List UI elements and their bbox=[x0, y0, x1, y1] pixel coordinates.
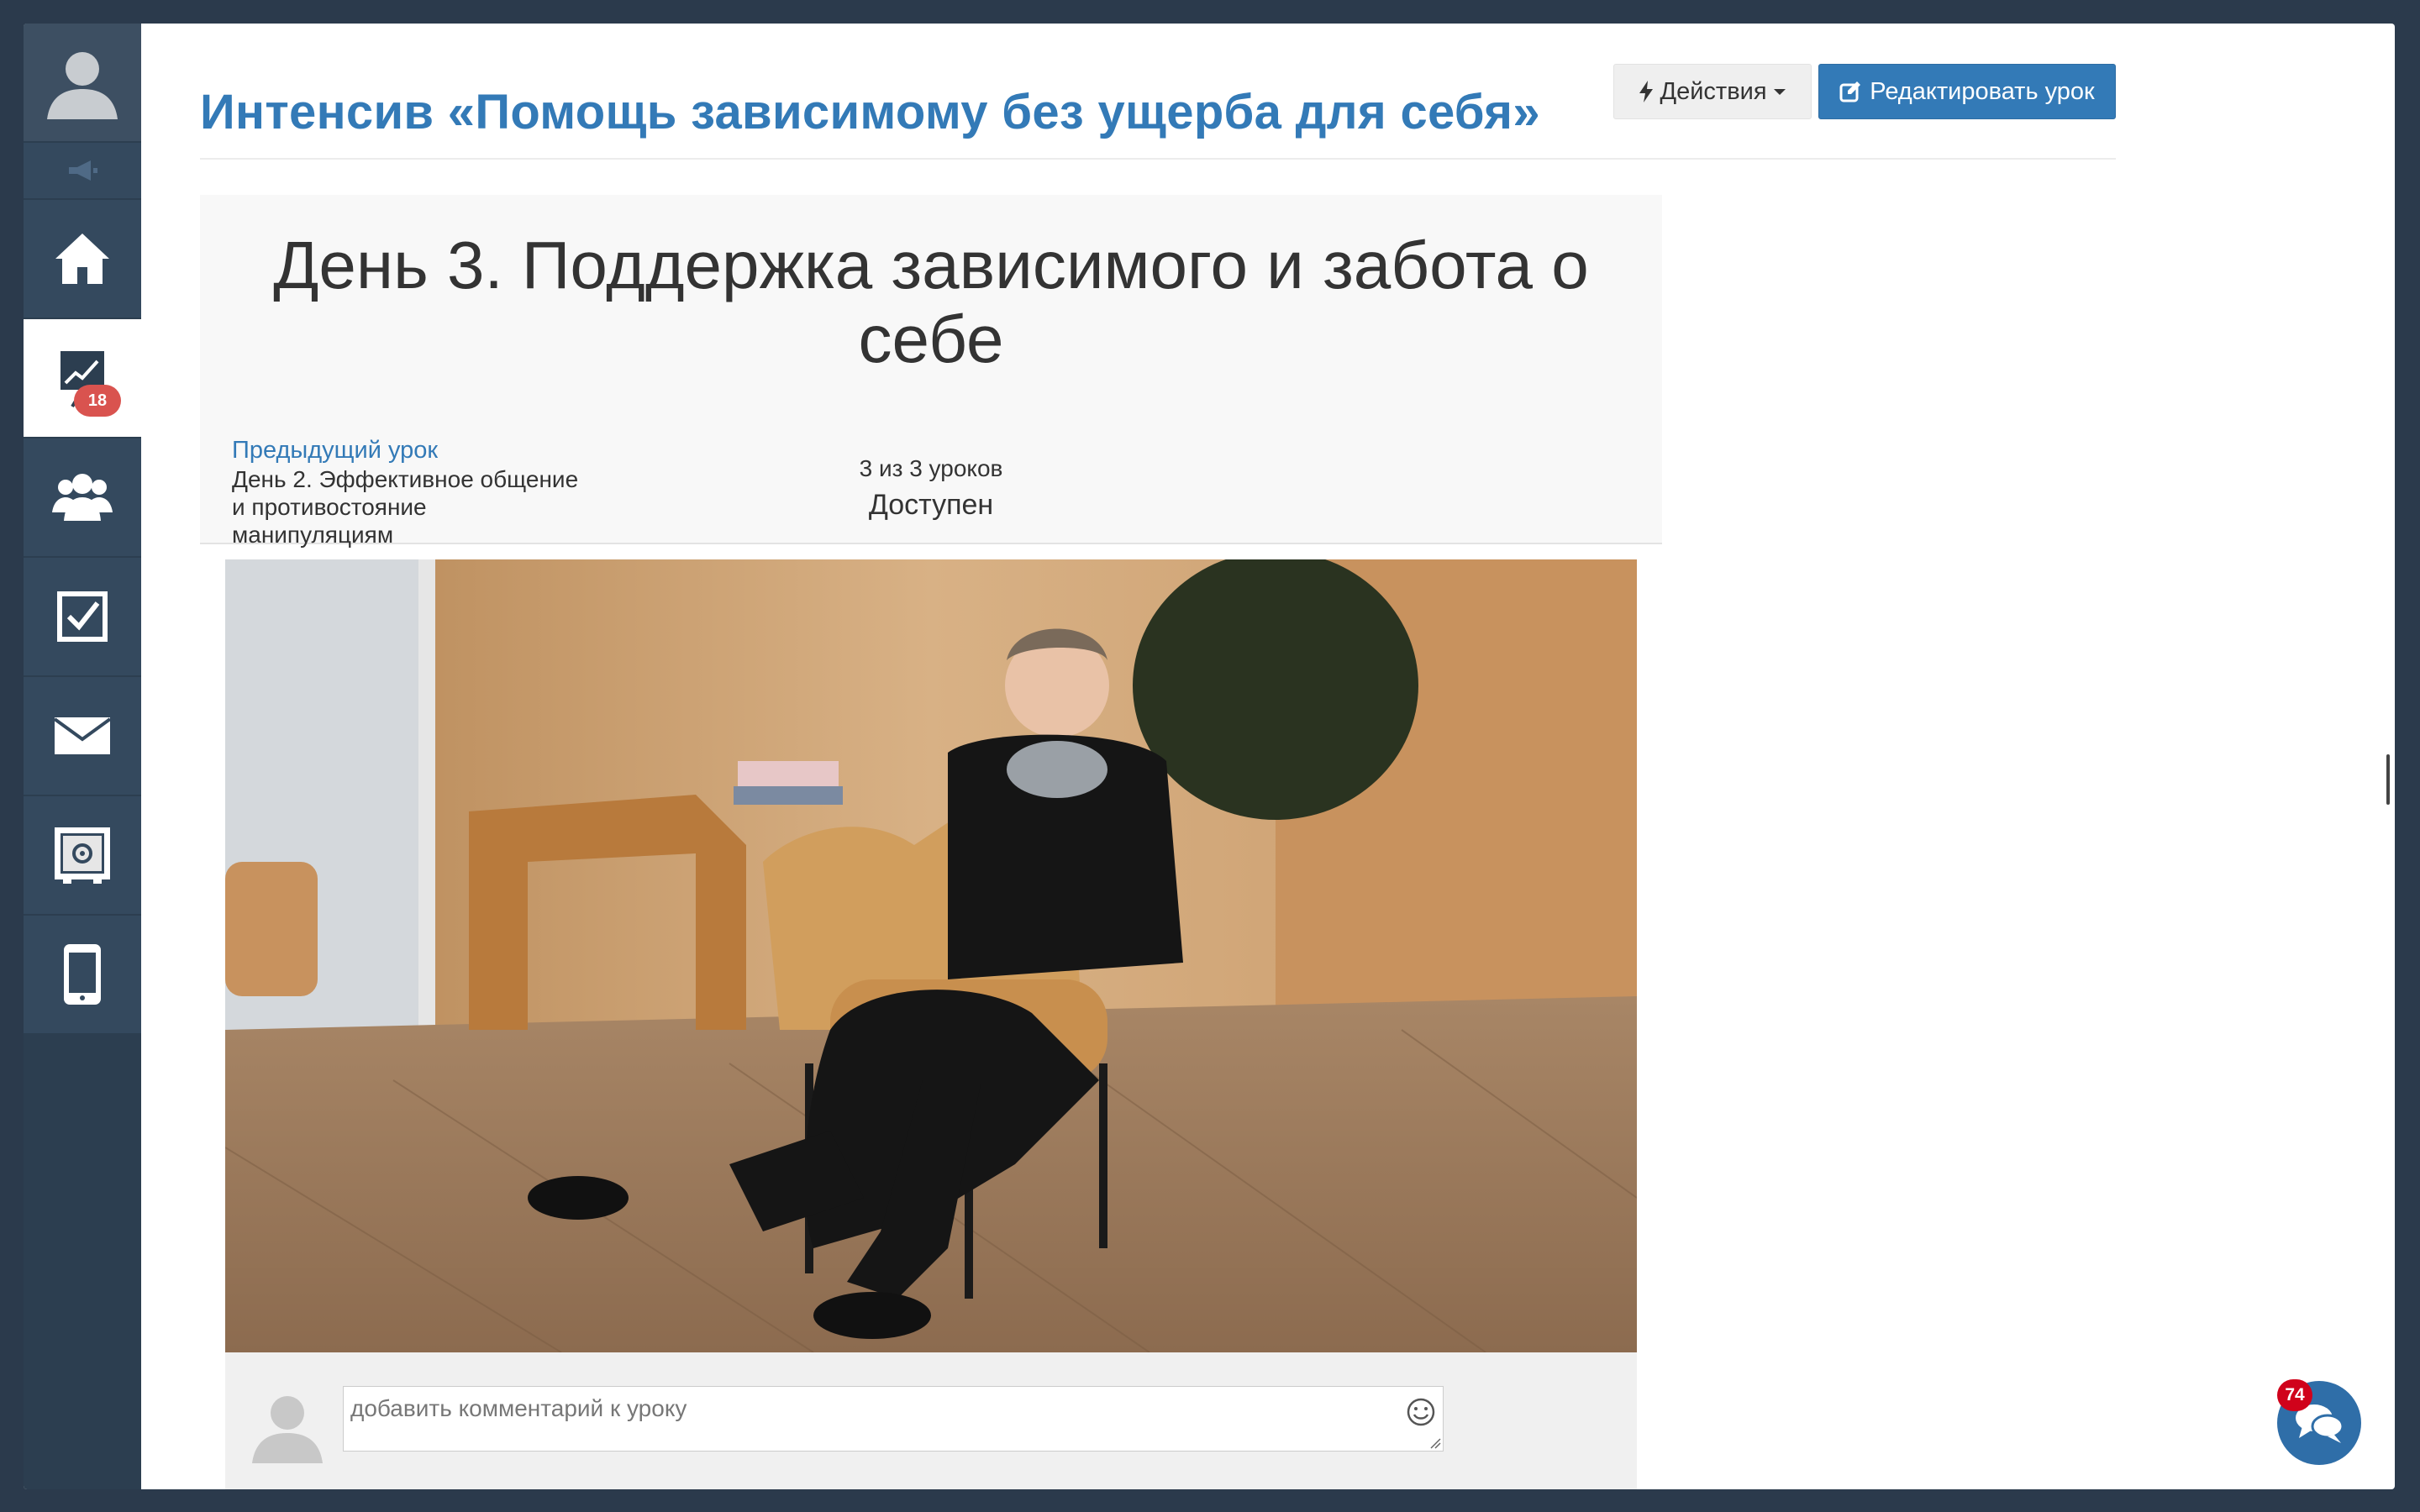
previous-lesson-link[interactable]: Предыдущий урок bbox=[232, 437, 438, 465]
scrollbar-handle[interactable] bbox=[2386, 754, 2390, 805]
actions-dropdown-button[interactable]: Действия bbox=[1613, 64, 1812, 119]
sidebar: 18 bbox=[24, 24, 141, 1489]
comment-input[interactable]: добавить комментарий к уроку bbox=[343, 1386, 1444, 1452]
sidebar-item-profile[interactable] bbox=[24, 24, 141, 143]
checkbox-icon bbox=[57, 591, 108, 642]
sidebar-item-safe[interactable] bbox=[24, 796, 141, 916]
safe-icon bbox=[55, 827, 110, 884]
edit-icon bbox=[1839, 81, 1861, 102]
sidebar-item-training[interactable]: 18 bbox=[24, 319, 141, 438]
lesson-image bbox=[225, 559, 1637, 1352]
app-window: 18 Интенсив «Помощь зависимому без ущерб… bbox=[24, 24, 2395, 1489]
home-icon bbox=[55, 234, 109, 284]
comment-placeholder: добавить комментарий к уроку bbox=[350, 1395, 687, 1421]
megaphone-icon bbox=[69, 160, 97, 181]
sidebar-item-tasks[interactable] bbox=[24, 558, 141, 677]
chat-badge: 74 bbox=[2277, 1379, 2312, 1411]
user-avatar-icon bbox=[47, 52, 118, 119]
sidebar-item-mobile[interactable] bbox=[24, 916, 141, 1035]
emoji-icon[interactable] bbox=[1406, 1397, 1436, 1427]
header-divider bbox=[200, 158, 2116, 160]
lightning-icon bbox=[1639, 81, 1654, 102]
comment-avatar-icon bbox=[252, 1396, 323, 1463]
sidebar-item-messages[interactable] bbox=[24, 677, 141, 796]
caret-down-icon bbox=[1773, 88, 1786, 95]
lesson-progress: 3 из 3 уроков bbox=[859, 455, 1003, 481]
previous-lesson-name[interactable]: День 2. Эффективное общение и противосто… bbox=[232, 465, 585, 549]
phone-icon bbox=[64, 944, 101, 1005]
comment-section: добавить комментарий к уроку bbox=[225, 1352, 1637, 1489]
lesson-photo-illustration bbox=[225, 559, 1637, 1352]
lesson-title: День 3. Поддержка зависимого и забота о … bbox=[273, 228, 1589, 376]
edit-lesson-button[interactable]: Редактировать урок bbox=[1818, 64, 2116, 119]
page-title: Интенсив «Помощь зависимому без ущерба д… bbox=[200, 85, 1540, 139]
group-icon bbox=[52, 474, 113, 521]
lesson-status: Доступен bbox=[868, 489, 994, 521]
edit-label: Редактировать урок bbox=[1870, 77, 2095, 105]
sidebar-item-home[interactable] bbox=[24, 200, 141, 319]
actions-label: Действия bbox=[1660, 77, 1767, 105]
sidebar-item-users[interactable] bbox=[24, 438, 141, 558]
training-badge: 18 bbox=[74, 385, 121, 417]
sidebar-item-announcements[interactable] bbox=[24, 143, 141, 200]
envelope-icon bbox=[53, 717, 112, 754]
resize-handle-icon[interactable] bbox=[1429, 1437, 1441, 1449]
lesson-header: День 3. Поддержка зависимого и забота о … bbox=[200, 195, 1662, 548]
